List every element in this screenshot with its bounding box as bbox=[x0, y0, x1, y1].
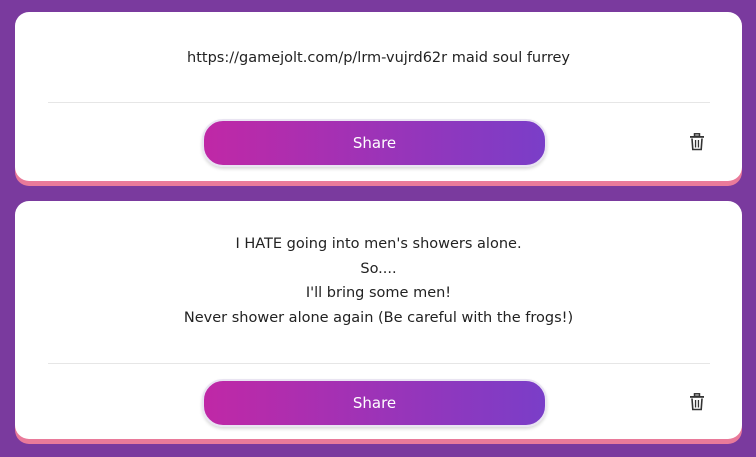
divider bbox=[48, 102, 710, 103]
share-button[interactable]: Share bbox=[202, 379, 547, 427]
post-card: I HATE going into men's showers alone. S… bbox=[15, 201, 742, 439]
post-card: https://gamejolt.com/p/lrm-vujrd62r maid… bbox=[15, 12, 742, 181]
divider bbox=[48, 363, 710, 364]
post-text: I HATE going into men's showers alone. S… bbox=[183, 236, 574, 326]
trash-icon[interactable] bbox=[689, 133, 705, 151]
post-text: https://gamejolt.com/p/lrm-vujrd62r maid… bbox=[187, 50, 570, 66]
share-button[interactable]: Share bbox=[202, 119, 547, 167]
trash-icon[interactable] bbox=[689, 393, 705, 411]
